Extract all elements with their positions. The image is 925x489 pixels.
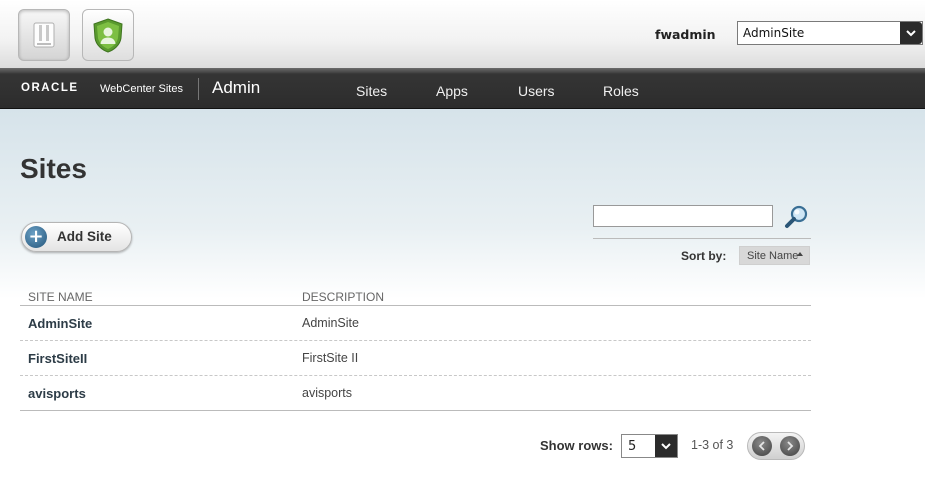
section-title: Admin	[212, 78, 261, 97]
table-row: FirstSiteII FirstSite II	[20, 341, 811, 376]
product-name: WebCenter Sites	[100, 83, 183, 95]
sort-button[interactable]: Site Name	[739, 246, 810, 265]
site-description: avisports	[302, 386, 353, 400]
site-description: AdminSite	[302, 316, 359, 330]
rows-per-page-select[interactable]: 5	[621, 434, 678, 458]
chevron-left-icon	[758, 441, 765, 451]
site-name-link[interactable]: FirstSiteII	[28, 351, 87, 366]
dropdown-button[interactable]	[900, 22, 922, 44]
column-header-site-name: SITE NAME	[28, 290, 93, 304]
site-name-link[interactable]: AdminSite	[28, 316, 92, 331]
rows-per-page-value: 5	[628, 439, 637, 454]
admin-app-button[interactable]	[18, 9, 70, 61]
contributor-app-button[interactable]	[82, 9, 134, 61]
main-content: Sites + Add Site Sort by: Site Name SITE…	[0, 109, 925, 489]
table-row: avisports avisports	[20, 376, 811, 411]
site-select[interactable]: AdminSite	[737, 21, 923, 45]
admin-tools-icon	[33, 22, 55, 48]
user-shield-icon	[93, 18, 123, 53]
sort-by-label: Sort by:	[681, 249, 727, 263]
magnifier-icon	[785, 205, 808, 228]
page-title: Sites	[20, 153, 87, 184]
chevron-down-icon	[906, 30, 916, 37]
top-bar: fwadmin AdminSite	[0, 0, 925, 68]
show-rows-label: Show rows:	[540, 438, 613, 453]
current-user: fwadmin	[655, 27, 716, 42]
search-button[interactable]	[783, 204, 811, 230]
chevron-down-icon	[661, 443, 671, 450]
nav-link-apps[interactable]: Apps	[436, 83, 468, 99]
nav-link-roles[interactable]: Roles	[603, 83, 639, 99]
nav-divider	[198, 78, 199, 100]
nav-link-users[interactable]: Users	[518, 83, 555, 99]
site-name-link[interactable]: avisports	[28, 386, 86, 401]
nav-link-sites[interactable]: Sites	[356, 83, 387, 99]
site-description: FirstSite II	[302, 351, 359, 365]
table-row: AdminSite AdminSite	[20, 306, 811, 341]
previous-page-button[interactable]	[752, 436, 772, 456]
row-divider	[20, 410, 811, 411]
column-header-description: DESCRIPTION	[302, 290, 385, 304]
oracle-logo: ORACLE	[21, 82, 79, 94]
chevron-right-icon	[787, 441, 794, 451]
plus-icon: +	[25, 226, 47, 248]
sort-ascending-icon	[797, 252, 803, 256]
add-site-label: Add Site	[57, 229, 112, 244]
next-page-button[interactable]	[780, 436, 800, 456]
site-select-value: AdminSite	[743, 26, 805, 40]
pagination-range: 1-3 of 3	[691, 438, 734, 452]
search-input[interactable]	[593, 205, 773, 227]
add-site-button[interactable]: + Add Site	[21, 222, 132, 252]
search-divider	[593, 238, 811, 239]
dropdown-button[interactable]	[655, 435, 677, 457]
nav-bar: ORACLE WebCenter Sites Admin Sites Apps …	[0, 68, 925, 109]
sort-button-label: Site Name	[747, 250, 799, 262]
pagination-controls	[747, 432, 805, 460]
